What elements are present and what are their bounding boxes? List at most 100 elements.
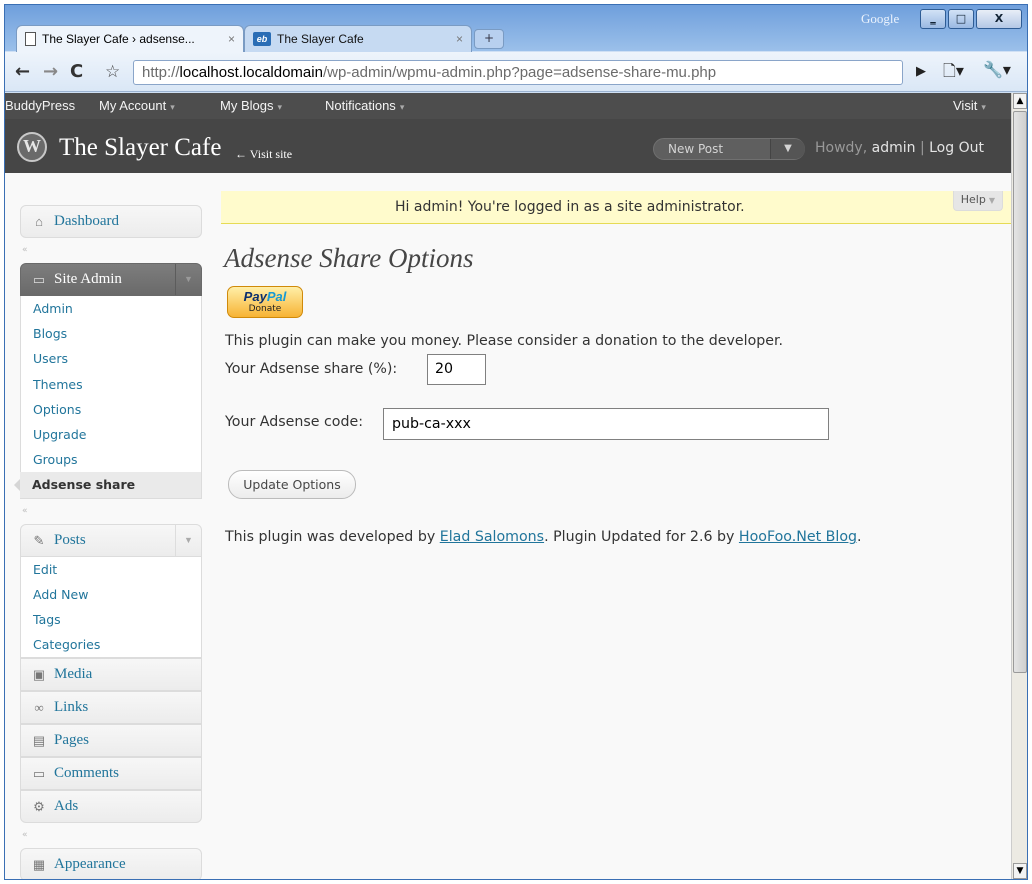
menu-appearance[interactable]: ▦ Appearance (20, 848, 202, 879)
forward-arrow-icon[interactable]: → (43, 61, 58, 82)
menu-label: Comments (54, 765, 120, 782)
submenu-item-users[interactable]: Users (21, 346, 201, 371)
menu-separator[interactable]: « (20, 823, 202, 848)
menu-label: Site Admin (54, 271, 122, 287)
visit-site-link[interactable]: ← Visit site (235, 147, 292, 162)
help-label: Help (960, 193, 986, 206)
menu-label: Media (54, 666, 93, 683)
wordpress-logo-icon: W (17, 132, 47, 162)
author-link[interactable]: Elad Salomons (440, 529, 544, 545)
url-path: /wp-admin/wpmu-admin.php?page=adsense-sh… (322, 64, 717, 81)
address-bar[interactable]: http://localhost.localdomain/wp-admin/wp… (133, 60, 903, 85)
submenu-item-categories[interactable]: Categories (21, 632, 201, 657)
menu-separator[interactable]: « (20, 499, 202, 524)
menu-dashboard[interactable]: ⌂ Dashboard (20, 205, 202, 238)
submenu-item-admin[interactable]: Admin (21, 296, 201, 321)
buddypress-logo[interactable]: BuddyPress (5, 98, 75, 113)
credits-text: . Plugin Updated for 2.6 by (544, 529, 739, 545)
menu-separator[interactable]: « (20, 238, 202, 263)
new-post-label: New Post (668, 142, 724, 156)
tab-slayer-cafe[interactable]: eb The Slayer Cafe × (244, 25, 472, 52)
menu-label: Links (54, 699, 89, 716)
submenu-item-edit[interactable]: Edit (21, 557, 201, 582)
paypal-logo-part: Pal (266, 289, 287, 304)
close-tab-icon[interactable]: × (456, 32, 463, 46)
menu-my-account[interactable]: My Account ▾ (99, 98, 175, 113)
chevron-down-icon[interactable]: ▼ (770, 139, 805, 159)
user-info: Howdy, admin | Log Out (815, 140, 984, 156)
submenu-item-add-new[interactable]: Add New (21, 582, 201, 607)
adsense-share-input[interactable]: 20 (427, 354, 486, 385)
submenu-item-themes[interactable]: Themes (21, 372, 201, 397)
paypal-logo-part: Pay (243, 289, 267, 304)
page-menu-icon[interactable]: 🗋▾ (943, 60, 964, 87)
submenu-item-options[interactable]: Options (21, 397, 201, 422)
back-arrow-icon[interactable]: ← (15, 61, 30, 82)
reload-icon[interactable]: C (70, 61, 83, 82)
scrollbar-thumb[interactable] (1013, 111, 1027, 673)
admin-notice: Hi admin! You're logged in as a site adm… (221, 191, 1011, 224)
close-tab-icon[interactable]: × (228, 32, 235, 46)
menu-comments[interactable]: ▭ Comments (20, 757, 202, 791)
menu-notifications[interactable]: Notifications ▾ (325, 98, 404, 113)
bookmark-star-icon[interactable]: ☆ (105, 62, 120, 82)
adsense-code-label: Your Adsense code: (225, 414, 363, 430)
scroll-down-icon[interactable]: ▼ (1013, 863, 1027, 879)
update-options-button[interactable]: Update Options (228, 470, 356, 499)
submenu-site-admin: Admin Blogs Users Themes Options Upgrade… (14, 296, 202, 499)
logout-link[interactable]: Log Out (929, 140, 984, 156)
scroll-up-icon[interactable]: ▲ (1013, 93, 1027, 109)
donate-label: Donate (248, 304, 282, 314)
adsense-code-input[interactable]: pub-ca-xxx (383, 408, 829, 440)
notice-message: Hi admin! You're logged in as a site adm… (395, 199, 745, 215)
eb-favicon-icon: eb (253, 32, 271, 46)
menu-visit[interactable]: Visit ▾ (953, 98, 986, 113)
browser-brand: Google (861, 11, 900, 26)
play-icon[interactable]: ▶ (916, 64, 926, 79)
adsense-share-label: Your Adsense share (%): (225, 361, 398, 377)
chevron-down-icon[interactable]: ▼ (175, 264, 201, 295)
donate-note: This plugin can make you money. Please c… (225, 333, 784, 349)
page-icon (25, 32, 36, 46)
chevron-down-icon: ▾ (277, 102, 282, 112)
user-link[interactable]: admin (872, 140, 916, 156)
pages-icon: ▤ (32, 733, 46, 749)
maximize-button[interactable]: □ (948, 9, 974, 29)
tab-adsense[interactable]: The Slayer Cafe › adsense... × (16, 25, 244, 52)
close-window-button[interactable]: X (976, 9, 1022, 29)
admin-menu: ⌂ Dashboard « ▭ Site Admin ▼ Admin Blogs… (14, 205, 202, 879)
site-admin-icon: ▭ (32, 272, 46, 287)
menu-label: Dashboard (54, 213, 119, 229)
new-tab-button[interactable]: + (474, 29, 504, 49)
menu-ads[interactable]: ⚙ Ads (20, 790, 202, 824)
new-post-button[interactable]: New Post ▼ (653, 138, 805, 160)
help-tab[interactable]: Help ▼ (952, 191, 1003, 211)
submenu-item-upgrade[interactable]: Upgrade (21, 422, 201, 447)
chevron-down-icon: ▾ (399, 102, 405, 112)
plugin-credits: This plugin was developed by Elad Salomo… (225, 529, 862, 545)
menu-pages[interactable]: ▤ Pages (20, 724, 202, 758)
howdy-text: Howdy, (815, 140, 868, 156)
menu-posts[interactable]: ✎ Posts ▼ (20, 523, 202, 557)
separator: | (919, 140, 925, 156)
chevron-down-icon: ▼ (988, 196, 995, 205)
chevron-down-icon[interactable]: ▼ (175, 524, 201, 556)
submenu-item-tags[interactable]: Tags (21, 607, 201, 632)
wp-header: W The Slayer Cafe ← Visit site New Post … (5, 119, 1011, 173)
menu-site-admin[interactable]: ▭ Site Admin ▼ (20, 263, 202, 296)
submenu-item-blogs[interactable]: Blogs (21, 321, 201, 346)
url-prefix: http:// (142, 64, 180, 81)
appearance-icon: ▦ (32, 857, 46, 873)
paypal-donate-button[interactable]: PayPal Donate (227, 286, 303, 318)
blog-link[interactable]: HooFoo.Net Blog (739, 529, 857, 545)
submenu-item-groups[interactable]: Groups (21, 447, 201, 472)
submenu-item-adsense-share[interactable]: Adsense share (14, 472, 201, 498)
vertical-scrollbar[interactable]: ▲ ▼ (1011, 93, 1027, 879)
menu-my-blogs[interactable]: My Blogs ▾ (220, 98, 282, 113)
menu-links[interactable]: ∞ Links (20, 691, 202, 725)
minimize-button[interactable]: ‗ (920, 9, 946, 29)
menu-media[interactable]: ▣ Media (20, 658, 202, 692)
wrench-icon[interactable]: 🔧▾ (983, 60, 1011, 79)
url-host: localhost.localdomain (179, 64, 323, 81)
menu-label: My Blogs (220, 98, 274, 113)
